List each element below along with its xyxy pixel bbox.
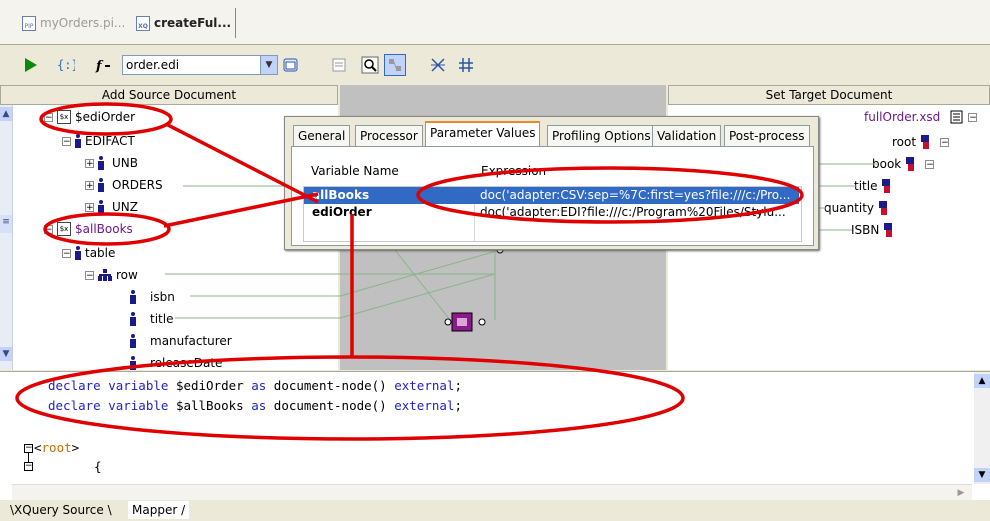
annotation-highlights bbox=[15, 102, 804, 441]
